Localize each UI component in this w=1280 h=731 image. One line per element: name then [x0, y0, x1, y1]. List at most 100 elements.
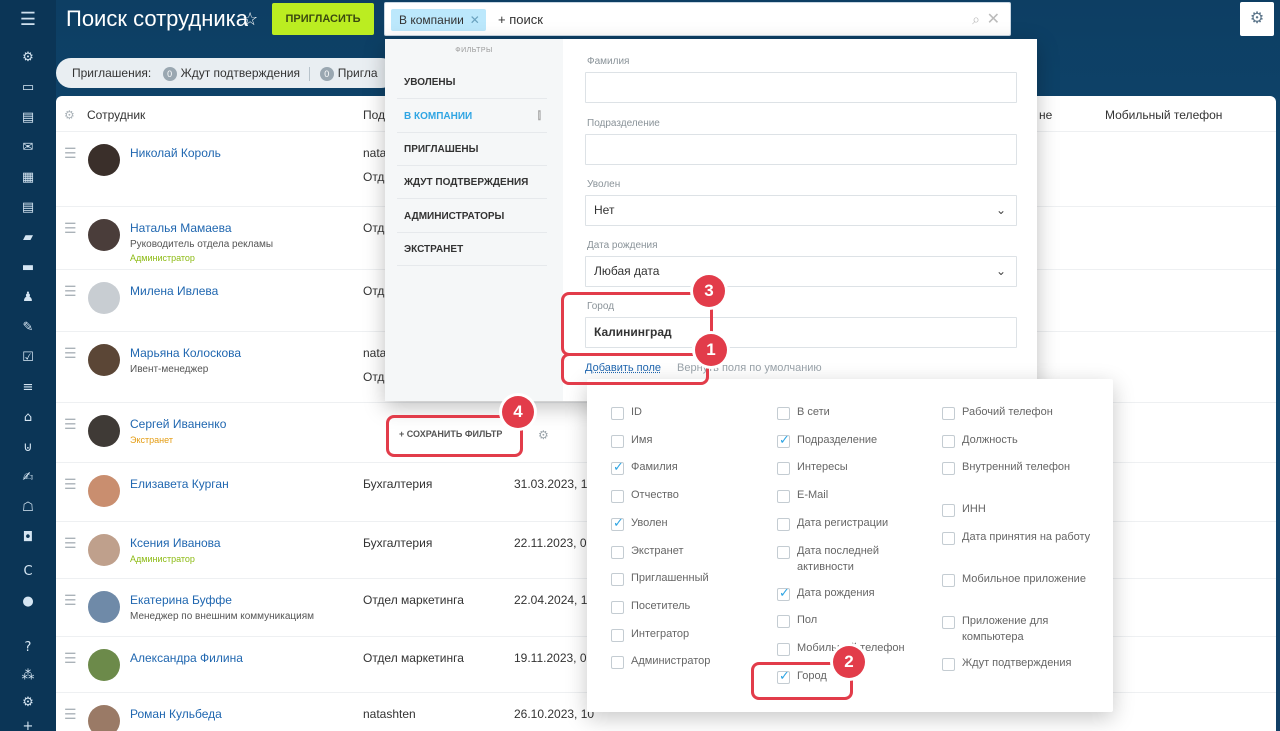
col-mobile[interactable]: Мобильный телефон — [1105, 108, 1222, 122]
menu-icon[interactable]: ☰ — [18, 10, 38, 28]
avatar[interactable] — [88, 344, 120, 376]
checkbox[interactable] — [611, 434, 624, 448]
drive-icon[interactable]: ▬ — [17, 257, 39, 279]
preset-invited[interactable]: ПРИГЛАШЕНЫ — [397, 133, 547, 166]
checkbox[interactable] — [942, 434, 955, 448]
checkbox[interactable] — [942, 658, 955, 672]
invited-link[interactable]: Пригла — [338, 66, 378, 80]
row-menu-icon[interactable]: ☰ — [64, 706, 78, 723]
invite-button[interactable]: ПРИГЛАСИТЬ — [272, 3, 374, 35]
row-menu-icon[interactable]: ☰ — [64, 650, 78, 667]
avatar[interactable] — [88, 475, 120, 507]
row-menu-icon[interactable]: ☰ — [64, 592, 78, 609]
preset-extranet[interactable]: ЭКСТРАНЕТ — [397, 233, 547, 266]
avatar[interactable] — [88, 282, 120, 314]
row-menu-icon[interactable]: ☰ — [64, 145, 78, 162]
checkbox[interactable] — [611, 407, 624, 420]
checkbox[interactable] — [942, 504, 955, 518]
gear-icon[interactable]: ⚙ — [1240, 2, 1274, 36]
table-settings-icon[interactable]: ⚙ — [64, 108, 75, 122]
checkbox[interactable] — [777, 490, 790, 504]
employee-name[interactable]: Милена Ивлева — [130, 284, 218, 298]
checkbox[interactable] — [942, 462, 955, 476]
row-menu-icon[interactable]: ☰ — [64, 345, 78, 362]
checkbox[interactable] — [611, 545, 624, 559]
help-icon[interactable]: ? — [17, 637, 39, 659]
checkbox[interactable] — [611, 516, 624, 531]
checkbox[interactable] — [611, 628, 624, 642]
cart-icon[interactable]: ⊍ — [17, 437, 39, 459]
avatar[interactable] — [88, 705, 120, 731]
birthdate-select[interactable]: Любая дата ⌄ — [585, 256, 1017, 287]
avatar[interactable] — [88, 144, 120, 176]
col-employee[interactable]: Сотрудник — [87, 108, 145, 122]
employee-name[interactable]: Наталья Мамаева — [130, 221, 232, 235]
pending-link[interactable]: Ждут подтверждения — [181, 66, 300, 80]
checkbox[interactable] — [942, 407, 955, 420]
checkbox[interactable] — [777, 407, 790, 420]
fired-select[interactable]: Нет ⌄ — [585, 195, 1017, 226]
edit-icon[interactable]: ✎ — [17, 317, 39, 339]
checkbox[interactable] — [777, 545, 790, 559]
avatar[interactable] — [88, 534, 120, 566]
checkbox[interactable] — [777, 615, 790, 629]
checkbox[interactable] — [942, 532, 955, 546]
row-menu-icon[interactable]: ☰ — [64, 416, 78, 433]
checkbox[interactable] — [777, 462, 790, 476]
close-icon[interactable]: ✕ — [470, 9, 480, 31]
document-icon[interactable]: ▤ — [17, 197, 39, 219]
surname-field[interactable] — [585, 72, 1017, 103]
checkbox[interactable] — [611, 573, 624, 587]
filter-icon[interactable]: ≡ — [17, 377, 39, 399]
checkbox[interactable] — [611, 656, 624, 670]
avatar[interactable] — [88, 591, 120, 623]
filter-gear-icon[interactable]: ⚙ — [538, 428, 549, 442]
tasks-icon[interactable]: ▭ — [17, 77, 39, 99]
checkbox[interactable] — [777, 586, 790, 601]
col-department[interactable]: Под — [363, 108, 385, 122]
employee-name[interactable]: Александра Филина — [130, 651, 243, 665]
checkbox[interactable] — [611, 600, 624, 614]
avatar[interactable] — [88, 219, 120, 251]
preset-admins[interactable]: АДМИНИСТРАТОРЫ — [397, 200, 547, 233]
feed-icon[interactable]: ⚙ — [17, 47, 39, 69]
c-icon[interactable]: C — [17, 561, 39, 583]
preset-pending[interactable]: ЖДУТ ПОДТВЕРЖДЕНИЯ — [397, 166, 547, 199]
avatar[interactable] — [88, 649, 120, 681]
chat-icon[interactable]: ▰ — [17, 227, 39, 249]
checkbox[interactable] — [777, 433, 790, 448]
pin-icon[interactable]: ⫿ — [538, 100, 541, 133]
department-field[interactable] — [585, 134, 1017, 165]
row-menu-icon[interactable]: ☰ — [64, 535, 78, 552]
add-icon[interactable]: + — [17, 716, 39, 731]
employee-name[interactable]: Екатерина Буффе — [130, 593, 232, 607]
checkbox[interactable] — [777, 642, 790, 656]
row-menu-icon[interactable]: ☰ — [64, 220, 78, 237]
calendar-icon[interactable]: ▦ — [17, 167, 39, 189]
mail-icon[interactable]: ✉ — [17, 137, 39, 159]
team-icon[interactable]: ♟ — [17, 287, 39, 309]
robot-icon[interactable]: ☖ — [17, 497, 39, 519]
employee-name[interactable]: Роман Кульбеда — [130, 707, 222, 721]
checkbox[interactable] — [611, 460, 624, 476]
checklist-icon[interactable]: ☑ — [17, 347, 39, 369]
checkbox[interactable] — [777, 517, 790, 531]
col-other[interactable]: не — [1039, 108, 1052, 122]
checkbox[interactable] — [942, 574, 955, 588]
bank-icon[interactable]: ⌂ — [17, 407, 39, 429]
preset-in-company[interactable]: В КОМПАНИИ ⫿ — [397, 100, 547, 133]
sign-icon[interactable]: ✍ — [17, 467, 39, 489]
settings-icon[interactable]: ⚙ — [17, 692, 39, 714]
employee-name[interactable]: Сергей Иваненко — [130, 417, 226, 431]
contacts-icon[interactable]: ▤ — [17, 107, 39, 129]
row-menu-icon[interactable]: ☰ — [64, 283, 78, 300]
employee-name[interactable]: Ксения Иванова — [130, 536, 221, 550]
search-icon[interactable]: ⌕ — [972, 11, 980, 28]
checkbox[interactable] — [942, 616, 955, 630]
star-icon[interactable]: ☆ — [242, 6, 258, 32]
avatar[interactable] — [88, 415, 120, 447]
preset-fired[interactable]: УВОЛЕНЫ — [397, 66, 547, 99]
search-placeholder[interactable]: + поиск — [498, 12, 543, 27]
employee-name[interactable]: Марьяна Колоскова — [130, 346, 241, 360]
filter-chip[interactable]: В компании ✕ — [391, 9, 486, 31]
